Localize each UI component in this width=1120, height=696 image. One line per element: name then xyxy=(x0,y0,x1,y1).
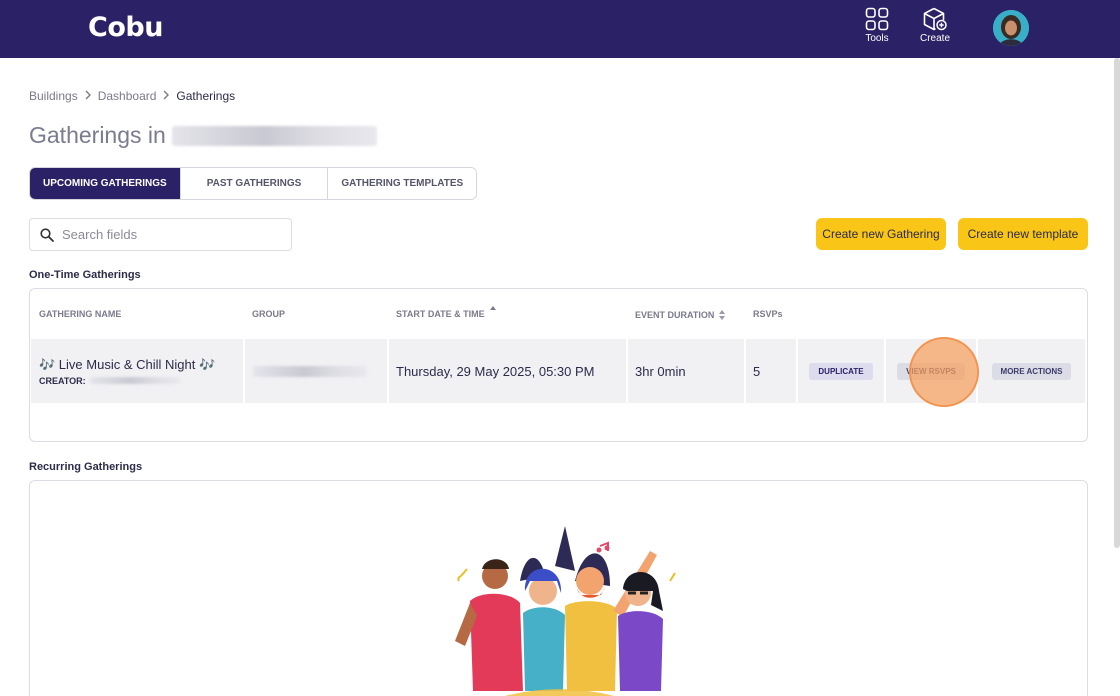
start-cell: Thursday, 29 May 2025, 05:30 PM xyxy=(389,339,626,403)
logo[interactable]: Cobu xyxy=(88,12,163,43)
gathering-tabs: UPCOMING GATHERINGS PAST GATHERINGS GATH… xyxy=(29,167,478,200)
column-header-rsvps[interactable]: RSVPs xyxy=(753,309,783,319)
people-celebrating-illustration xyxy=(455,526,676,696)
avatar-portrait xyxy=(993,10,1029,46)
column-header-start[interactable]: START DATE & TIME xyxy=(396,306,497,319)
duplicate-cell: DUPLICATE xyxy=(798,339,884,403)
tab-upcoming-gatherings[interactable]: UPCOMING GATHERINGS xyxy=(30,168,181,199)
rsvp-count: 5 xyxy=(753,363,761,379)
redacted-creator-name xyxy=(89,377,180,384)
sort-asc-icon xyxy=(489,306,496,310)
breadcrumb-buildings[interactable]: Buildings xyxy=(29,89,78,103)
search-input[interactable] xyxy=(62,227,272,242)
click-indicator xyxy=(909,337,979,407)
page-title-text: Gatherings in xyxy=(29,122,166,148)
tools-button[interactable]: Tools xyxy=(855,7,899,44)
group-cell xyxy=(245,339,387,403)
tools-label: Tools xyxy=(865,33,889,44)
event-duration: 3hr 0min xyxy=(635,363,686,379)
page-scrollbar[interactable] xyxy=(1114,58,1120,548)
grid-icon xyxy=(865,7,889,31)
redacted-group-name xyxy=(253,365,367,377)
search-box xyxy=(29,218,292,251)
chevron-right-icon xyxy=(162,90,170,103)
start-date-time: Thursday, 29 May 2025, 05:30 PM xyxy=(396,363,595,379)
create-new-gathering-button[interactable]: Create new Gathering xyxy=(816,218,946,250)
redacted-building-name xyxy=(171,125,377,146)
breadcrumb-gatherings: Gatherings xyxy=(176,89,236,103)
create-button[interactable]: Create xyxy=(913,7,957,44)
creator-label: CREATOR: xyxy=(39,375,86,386)
one-time-gatherings-heading: One-Time Gatherings xyxy=(29,269,141,281)
column-header-group[interactable]: GROUP xyxy=(252,309,285,319)
avatar[interactable] xyxy=(993,10,1029,46)
table-row[interactable]: 🎶 Live Music & Chill Night 🎶 CREATOR: xyxy=(31,339,243,403)
column-header-name[interactable]: GATHERING NAME xyxy=(39,309,121,319)
duplicate-button[interactable]: DUPLICATE xyxy=(809,362,873,380)
duration-cell: 3hr 0min xyxy=(628,339,744,403)
tab-past-gatherings[interactable]: PAST GATHERINGS xyxy=(180,168,329,199)
chevron-right-icon xyxy=(84,90,92,103)
page-title: Gatherings in xyxy=(29,122,377,149)
tab-gathering-templates[interactable]: GATHERING TEMPLATES xyxy=(328,168,477,199)
search-icon xyxy=(40,227,54,242)
more-actions-cell: MORE ACTIONS xyxy=(978,339,1085,403)
recurring-gatherings-panel xyxy=(29,480,1088,696)
top-bar: Cobu Tools Create xyxy=(0,0,1120,58)
box-plus-icon xyxy=(923,7,947,31)
more-actions-button[interactable]: MORE ACTIONS xyxy=(991,362,1072,380)
rsvps-cell: 5 xyxy=(746,339,796,403)
breadcrumb: Buildings Dashboard Gatherings xyxy=(29,89,235,103)
create-label: Create xyxy=(919,33,950,44)
sort-icon xyxy=(719,310,726,320)
recurring-gatherings-heading: Recurring Gatherings xyxy=(29,461,143,473)
gathering-name[interactable]: 🎶 Live Music & Chill Night 🎶 xyxy=(39,357,215,373)
breadcrumb-dashboard[interactable]: Dashboard xyxy=(98,89,157,103)
create-new-template-button[interactable]: Create new template xyxy=(958,218,1088,250)
column-header-duration[interactable]: EVENT DURATION xyxy=(635,309,726,321)
